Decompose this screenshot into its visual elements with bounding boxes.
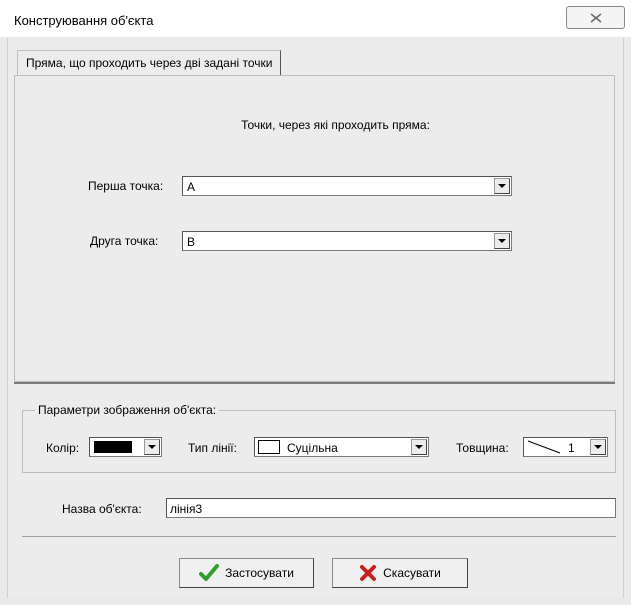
apply-label: Застосувати [225,566,294,580]
color-select[interactable] [89,437,162,457]
tab-line-through-two-points[interactable]: Пряма, що проходить через дві задані точ… [17,50,282,75]
checkmark-icon [199,564,220,581]
second-point-value: B [187,235,196,249]
title-bar: Конструювання об'єкта [0,0,631,37]
object-name-value: лінія3 [170,502,203,516]
color-swatch [94,441,132,453]
first-point-label: Перша точка: [88,179,164,193]
chevron-down-icon [148,445,156,449]
line-type-select[interactable]: Суцільна [254,437,429,457]
tab-label: Пряма, що проходить через дві задані точ… [26,56,273,70]
object-name-input[interactable]: лінія3 [166,498,616,518]
display-params-legend: Параметри зображення об'єкта: [35,403,220,417]
chevron-down-icon [415,445,423,449]
line-style-preview [258,440,280,454]
points-heading: Точки, через які проходить пряма: [241,118,430,132]
second-point-dropdown-button[interactable] [494,233,510,249]
line-type-dropdown-button[interactable] [411,439,427,455]
close-button[interactable] [566,6,625,29]
window-title: Конструювання об'єкта [14,13,154,28]
thickness-value: 1 [568,441,575,455]
cancel-label: Скасувати [383,566,441,580]
line-type-label: Тип лінії: [188,441,237,455]
second-point-label: Друга точка: [90,234,159,248]
dialog-window: Конструювання об'єкта Пряма, що проходит… [0,0,631,605]
chevron-down-icon [594,445,602,449]
cross-icon [360,565,377,581]
thickness-select[interactable]: 1 [523,437,608,457]
first-point-value: A [187,180,196,194]
first-point-dropdown-button[interactable] [494,178,510,194]
thickness-line-icon [527,440,561,454]
section-divider [14,382,615,384]
bottom-divider [22,536,616,537]
apply-button[interactable]: Застосувати [179,558,314,588]
thickness-label: Товщина: [456,441,509,455]
cancel-button[interactable]: Скасувати [332,558,468,588]
color-dropdown-button[interactable] [144,439,160,455]
color-label: Колір: [46,441,80,455]
chevron-down-icon [498,239,506,243]
object-name-label: Назва об'єкта: [62,502,142,516]
line-type-value: Суцільна [287,441,338,455]
thickness-dropdown-button[interactable] [590,439,606,455]
first-point-select[interactable]: A [182,176,512,196]
second-point-select[interactable]: B [182,231,512,251]
close-icon [590,12,601,23]
chevron-down-icon [498,184,506,188]
